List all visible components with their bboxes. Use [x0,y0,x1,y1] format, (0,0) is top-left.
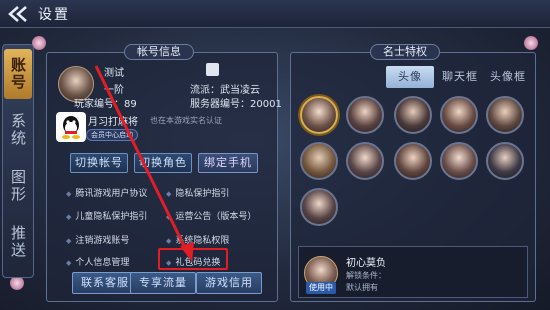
switch-role-button[interactable]: 切换角色 [134,153,192,173]
blossom-ornament-icon [10,276,24,290]
sidebar-item-account[interactable]: 账号 [4,49,32,99]
switch-account-button[interactable]: 切换帐号 [70,153,128,173]
link-announcement[interactable]: 运营公告（版本号） [166,209,256,222]
blossom-ornament-icon [32,36,46,50]
server-id: 服务器编号：20001 [190,99,282,110]
bind-phone-button[interactable]: 绑定手机 [198,153,258,173]
gift-code-highlight [158,248,228,270]
blossom-ornament-icon [524,36,538,50]
portrait-option[interactable] [300,96,338,134]
link-user-agreement[interactable]: 腾讯游戏用户协议 [66,186,147,199]
portrait-option[interactable] [346,142,384,180]
portrait-option[interactable] [300,188,338,226]
player-id: 玩家编号：89 [74,99,137,110]
account-info-title: 帐号信息 [124,44,194,60]
tab-avatar-frame[interactable]: 头像框 [484,66,532,88]
settings-sidebar: 账号 系统 图形 推送 [2,44,34,278]
portrait-option[interactable] [440,96,478,134]
portrait-option[interactable] [486,96,524,134]
selected-avatar-name: 初心莫负 [346,258,386,269]
page-title: 设置 [38,7,70,23]
unlock-label: 解锁条件： [346,271,386,280]
back-arrow-icon [8,6,27,22]
contact-service-button[interactable]: 联系客服 [72,272,138,294]
link-child-privacy[interactable]: 儿童隐私保护指引 [66,209,147,222]
unlock-value: 默认拥有 [346,283,378,292]
verify-label: 月习打麻将 [88,117,138,128]
link-personal-info[interactable]: 个人信息管理 [66,255,129,268]
portrait-option[interactable] [300,142,338,180]
link-system-privacy[interactable]: 系统隐私权限 [166,233,229,246]
privilege-title: 名士特权 [370,44,440,60]
tab-avatar[interactable]: 头像 [386,66,434,88]
portrait-option[interactable] [440,142,478,180]
game-credit-button[interactable]: 游戏信用 [196,272,262,294]
edit-icon[interactable] [206,63,219,76]
exclusive-traffic-button[interactable]: 专享流量 [130,272,196,294]
verify-note: 也在本游戏实名认证 [150,116,222,125]
player-name: 测试 [104,68,124,79]
portrait-option[interactable] [394,142,432,180]
back-button[interactable] [6,4,32,24]
portrait-option[interactable] [486,142,524,180]
portrait-option[interactable] [394,96,432,134]
qq-logo-icon [56,112,86,142]
sidebar-item-push[interactable]: 推送 [4,217,32,267]
portrait-option[interactable] [346,96,384,134]
sidebar-item-system[interactable]: 系统 [4,105,32,155]
link-privacy-guide[interactable]: 隐私保护指引 [166,186,229,199]
tab-chat-frame[interactable]: 聊天框 [436,66,484,88]
top-bar: 设置 [0,0,550,28]
link-delete-account[interactable]: 注销游戏账号 [66,233,129,246]
vip-center-badge[interactable]: 会员中心启动 [86,129,138,141]
in-use-badge: 使用中 [306,282,336,294]
sidebar-item-graphics[interactable]: 图形 [4,161,32,211]
player-school: 流派：武当凌云 [190,85,260,96]
player-rank: 一阶 [104,85,124,96]
